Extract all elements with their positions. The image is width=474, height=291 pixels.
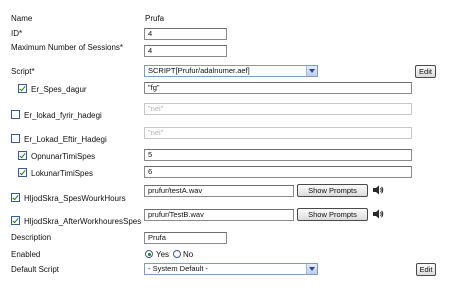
hljod-spes-wourk-checkbox[interactable] <box>11 193 20 202</box>
enabled-no-radio[interactable] <box>173 250 181 258</box>
chevron-down-icon <box>306 66 317 76</box>
enabled-yes-radio[interactable] <box>145 250 153 258</box>
hljod-after-work-label: HljodSkra_AfterWorkhouresSpes <box>24 217 142 226</box>
hljod-after-work-checkbox[interactable] <box>11 216 20 225</box>
er-lokad-eftir-hadegi-label: Er_Lokad_Eftir_Hadegi <box>24 135 107 144</box>
er-lokad-fyrir-hadegi-field[interactable]: "nei" <box>144 103 412 115</box>
opnunar-timi-spes-field[interactable]: 5 <box>144 149 412 161</box>
lokunar-timi-spes-label: LokunarTimiSpes <box>31 169 93 178</box>
er-lokad-fyrir-hadegi-checkbox[interactable] <box>11 110 20 119</box>
lokunar-timi-spes-field[interactable]: 6 <box>144 166 412 178</box>
show-prompts-button-b[interactable]: Show Prompts <box>297 208 368 221</box>
speaker-icon[interactable] <box>372 185 384 195</box>
default-script-edit-button[interactable]: Edit <box>416 263 436 276</box>
default-script-label: Default Script <box>11 265 60 274</box>
opnunar-timi-spes-label: OpnunarTimiSpes <box>31 152 96 161</box>
script-label: Script* <box>11 67 35 76</box>
enabled-yes-label: Yes <box>156 250 170 259</box>
default-script-select[interactable]: - System Default - <box>144 263 318 275</box>
name-value: Prufa <box>145 14 165 23</box>
lokunar-timi-spes-checkbox[interactable] <box>18 168 27 177</box>
name-label: Name <box>11 14 33 23</box>
script-edit-button[interactable]: Edit <box>415 65 436 78</box>
description-field[interactable]: Prufa <box>144 232 227 244</box>
speaker-icon[interactable] <box>372 209 384 219</box>
chevron-down-icon <box>306 264 317 274</box>
er-lokad-eftir-hadegi-checkbox[interactable] <box>11 134 20 143</box>
script-select[interactable]: SCRIPT[Prufur/adalnumer.aef] <box>144 65 318 77</box>
er-spes-dagur-checkbox[interactable] <box>18 84 27 93</box>
max-sessions-field[interactable]: 4 <box>144 45 227 57</box>
er-spes-dagur-field[interactable]: "fg" <box>144 82 412 94</box>
show-prompts-button-a[interactable]: Show Prompts <box>297 184 368 197</box>
hljod-spes-wourk-field[interactable]: prufur/testA.wav <box>144 185 294 197</box>
hljod-spes-wourk-label: HljodSkra_SpesWourkHours <box>24 194 126 203</box>
er-lokad-eftir-hadegi-field[interactable]: "nei" <box>144 127 412 139</box>
enabled-no-label: No <box>183 250 194 259</box>
opnunar-timi-spes-checkbox[interactable] <box>18 151 27 160</box>
id-field[interactable]: 4 <box>144 28 227 40</box>
enabled-label: Enabled <box>11 250 41 259</box>
max-sessions-label: Maximum Number of Sessions* <box>11 43 124 52</box>
description-label: Description <box>11 233 52 242</box>
id-label: ID* <box>11 29 23 38</box>
default-script-select-value: - System Default - <box>148 264 209 273</box>
er-lokad-fyrir-hadegi-label: Er_lokad_fyrir_hadegi <box>24 111 102 120</box>
er-spes-dagur-label: Er_Spes_dagur <box>31 85 87 94</box>
hljod-after-work-field[interactable]: prufur/TestB.wav <box>144 209 294 221</box>
script-select-value: SCRIPT[Prufur/adalnumer.aef] <box>148 66 250 75</box>
